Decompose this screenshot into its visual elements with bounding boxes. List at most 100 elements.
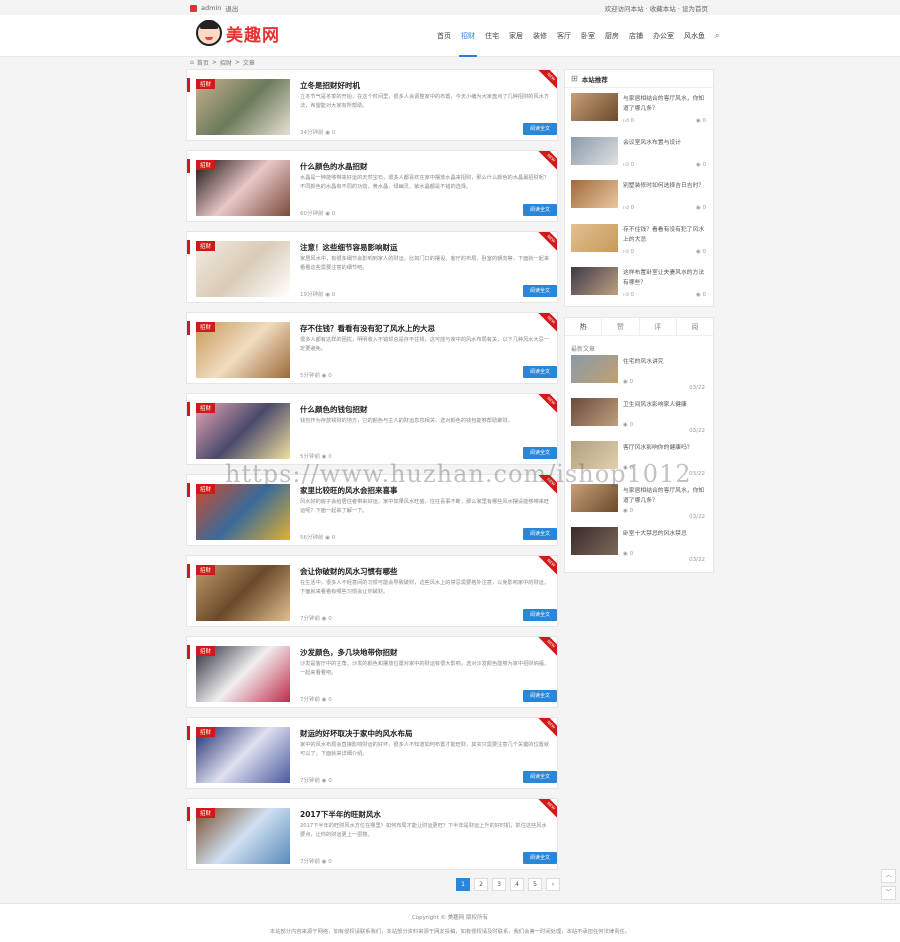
recommend-item[interactable]: 别墅装修时如何选择吉日吉时？ 👍︎ 0 ◉ 0 xyxy=(565,175,713,219)
hot-article-item[interactable]: 卫生间风水影响家人健康 ◉ 0 03/22 xyxy=(565,397,713,441)
top-links[interactable]: 欢迎访问本站 · 收藏本站 · 设为首页 xyxy=(605,3,708,13)
recommend-item[interactable]: 与家居相结合的客厅风水，你知道了哪几条？ 👍︎ 0 ◉ 0 xyxy=(565,88,713,132)
nav-item[interactable]: 招财 xyxy=(456,15,480,57)
recommend-thumbnail[interactable] xyxy=(571,267,618,295)
nav-item[interactable]: 装修 xyxy=(528,15,552,57)
user-info[interactable]: admin 退出 xyxy=(190,3,238,13)
hot-article-item[interactable]: 住宅的风水讲究 ◉ 0 03/22 xyxy=(565,354,713,398)
article-card[interactable]: 招财 NEW 会让你破财的风水习惯有哪些 在生活中，很多人不经意间的习惯可能会导致破财… xyxy=(186,555,558,627)
read-more-button[interactable]: 阅读全文 xyxy=(523,366,557,378)
nav-item[interactable]: 家居 xyxy=(504,15,528,57)
article-title[interactable]: 注意！这些细节容易影响财运 xyxy=(300,242,540,253)
page-2[interactable]: 2 xyxy=(474,878,488,891)
hot-article-title[interactable]: 与家居相结合的客厅风水，你知道了哪几条？ xyxy=(623,486,709,506)
logout-link[interactable]: 退出 xyxy=(225,3,238,13)
breadcrumb-home[interactable]: 首页 xyxy=(197,58,209,67)
article-title[interactable]: 什么颜色的钱包招财 xyxy=(300,404,540,415)
article-title[interactable]: 存不住钱？看看有没有犯了风水上的大忌 xyxy=(300,323,540,334)
article-title[interactable]: 立冬是招财好时机 xyxy=(300,80,540,91)
recommend-item[interactable]: 会议室风水布置与设计 👍︎ 0 ◉ 0 xyxy=(565,132,713,176)
next-page-button[interactable]: › xyxy=(546,878,560,891)
hot-article-item[interactable]: 与家居相结合的客厅风水，你知道了哪几条？ ◉ 0 03/22 xyxy=(565,483,713,527)
hot-article-item[interactable]: 卧室十大禁忌的风水禁忌 ◉ 0 03/22 xyxy=(565,526,713,570)
scroll-down-button[interactable]: ﹀ xyxy=(881,886,896,900)
page-4[interactable]: 4 xyxy=(510,878,524,891)
article-card[interactable]: 招财 NEW 2017下半年的旺财风水 2017下半年的旺财风水方位在哪里？如何布局才… xyxy=(186,798,558,870)
recommend-thumbnail[interactable] xyxy=(571,93,618,121)
read-more-button[interactable]: 阅读全文 xyxy=(523,771,557,783)
category-tag[interactable]: 招财 xyxy=(196,322,216,332)
article-title[interactable]: 会让你破财的风水习惯有哪些 xyxy=(300,566,540,577)
category-tag[interactable]: 招财 xyxy=(196,403,216,413)
search-icon[interactable]: ⌕ xyxy=(710,15,724,57)
hot-article-thumbnail[interactable] xyxy=(571,397,618,426)
sidebar-tab[interactable]: 热 xyxy=(565,317,603,335)
sidebar-tab[interactable]: 评 xyxy=(640,317,677,335)
nav-item[interactable]: 首页 xyxy=(432,15,456,57)
page-5[interactable]: 5 xyxy=(528,878,542,891)
nav-item[interactable]: 风水鱼 xyxy=(679,15,710,57)
like-count[interactable]: 👍︎ 0 xyxy=(623,292,634,298)
recommend-title[interactable]: 会议室风水布置与设计 xyxy=(623,138,709,158)
recommend-title[interactable]: 存不住钱？看看有没有犯了风水上的大忌 xyxy=(623,225,709,245)
article-card[interactable]: 招财 NEW 沙发颜色，多几块地带你招财 沙发是客厅中的主角，沙发的颜色和摆放位置对家… xyxy=(186,636,558,708)
category-tag[interactable]: 招财 xyxy=(196,241,216,251)
like-count[interactable]: 👍︎ 0 xyxy=(623,249,634,255)
site-logo[interactable]: 美趣网 xyxy=(196,20,280,46)
nav-item[interactable]: 卧室 xyxy=(576,15,600,57)
recommend-item[interactable]: 存不住钱？看看有没有犯了风水上的大忌 👍︎ 0 ◉ 0 xyxy=(565,219,713,263)
article-title[interactable]: 沙发颜色，多几块地带你招财 xyxy=(300,647,540,658)
hot-article-thumbnail[interactable] xyxy=(571,526,618,555)
page-3[interactable]: 3 xyxy=(492,878,506,891)
hot-article-title[interactable]: 卧室十大禁忌的风水禁忌 xyxy=(623,529,709,549)
nav-item[interactable]: 厨房 xyxy=(600,15,624,57)
hot-article-title[interactable]: 住宅的风水讲究 xyxy=(623,357,709,377)
read-more-button[interactable]: 阅读全文 xyxy=(523,285,557,297)
nav-item[interactable]: 办公室 xyxy=(648,15,679,57)
like-count[interactable]: 👍︎ 0 xyxy=(623,162,634,168)
recommend-title[interactable]: 别墅装修时如何选择吉日吉时？ xyxy=(623,181,709,201)
like-count[interactable]: 👍︎ 0 xyxy=(623,118,634,124)
nav-item[interactable]: 客厅 xyxy=(552,15,576,57)
read-more-button[interactable]: 阅读全文 xyxy=(523,447,557,459)
like-count[interactable]: 👍︎ 0 xyxy=(623,205,634,211)
recommend-item[interactable]: 这样布置卧室让夫妻风水的方法有哪些？ 👍︎ 0 ◉ 0 xyxy=(565,262,713,306)
nav-item[interactable]: 住宅 xyxy=(480,15,504,57)
category-tag[interactable]: 招财 xyxy=(196,160,216,170)
article-card[interactable]: 招财 NEW 什么颜色的水晶招财 水晶是一种能够带来好运的天然宝石，很多人都喜欢在家中… xyxy=(186,150,558,222)
nav-item[interactable]: 店铺 xyxy=(624,15,648,57)
hot-article-title[interactable]: 卫生间风水影响家人健康 xyxy=(623,400,709,420)
category-tag[interactable]: 招财 xyxy=(196,79,216,89)
article-card[interactable]: 招财 NEW 财运的好坏取决于家中的风水布局 家中的风水布局会直接影响财运的好坏，很多… xyxy=(186,717,558,789)
category-tag[interactable]: 招财 xyxy=(196,565,216,575)
read-more-button[interactable]: 阅读全文 xyxy=(523,609,557,621)
username[interactable]: admin xyxy=(201,4,221,12)
category-tag[interactable]: 招财 xyxy=(196,646,216,656)
read-more-button[interactable]: 阅读全文 xyxy=(523,123,557,135)
sidebar-tab[interactable]: 赞 xyxy=(602,317,640,335)
category-tag[interactable]: 招财 xyxy=(196,808,216,818)
recommend-thumbnail[interactable] xyxy=(571,223,618,252)
read-more-button[interactable]: 阅读全文 xyxy=(523,690,557,702)
article-card[interactable]: 招财 NEW 存不住钱？看看有没有犯了风水上的大忌 很多人都有这样的困扰，明明收入不错… xyxy=(186,312,558,384)
recommend-thumbnail[interactable] xyxy=(571,136,618,165)
article-title[interactable]: 财运的好坏取决于家中的风水布局 xyxy=(300,728,540,739)
recommend-title[interactable]: 这样布置卧室让夫妻风水的方法有哪些？ xyxy=(623,268,709,288)
article-card[interactable]: 招财 NEW 注意！这些细节容易影响财运 家居风水中，有很多细节会影响到家人的财运，比… xyxy=(186,231,558,303)
category-tag[interactable]: 招财 xyxy=(196,484,216,494)
recommend-title[interactable]: 与家居相结合的客厅风水，你知道了哪几条？ xyxy=(623,94,709,114)
sidebar-tab[interactable]: 阅 xyxy=(677,318,713,335)
read-more-button[interactable]: 阅读全文 xyxy=(523,528,557,540)
article-card[interactable]: 招财 NEW 立冬是招财好时机 立冬节气是冬季的开始，在这个时间里，很多人会调整家中的… xyxy=(186,69,558,141)
page-1[interactable]: 1 xyxy=(456,878,470,891)
read-more-button[interactable]: 阅读全文 xyxy=(523,852,557,864)
breadcrumb-category[interactable]: 招财 xyxy=(220,58,232,67)
category-tag[interactable]: 招财 xyxy=(196,727,216,737)
article-title[interactable]: 什么颜色的水晶招财 xyxy=(300,161,540,172)
recommend-thumbnail[interactable] xyxy=(571,180,618,208)
article-card[interactable]: 招财 NEW 什么颜色的钱包招财 钱包作为存放钱财的地方，它的颜色与主人的财运息息相关… xyxy=(186,393,558,465)
hot-article-thumbnail[interactable] xyxy=(571,354,618,383)
read-more-button[interactable]: 阅读全文 xyxy=(523,204,557,216)
scroll-up-button[interactable]: ︿ xyxy=(881,869,896,883)
article-title[interactable]: 2017下半年的旺财风水 xyxy=(300,809,540,820)
